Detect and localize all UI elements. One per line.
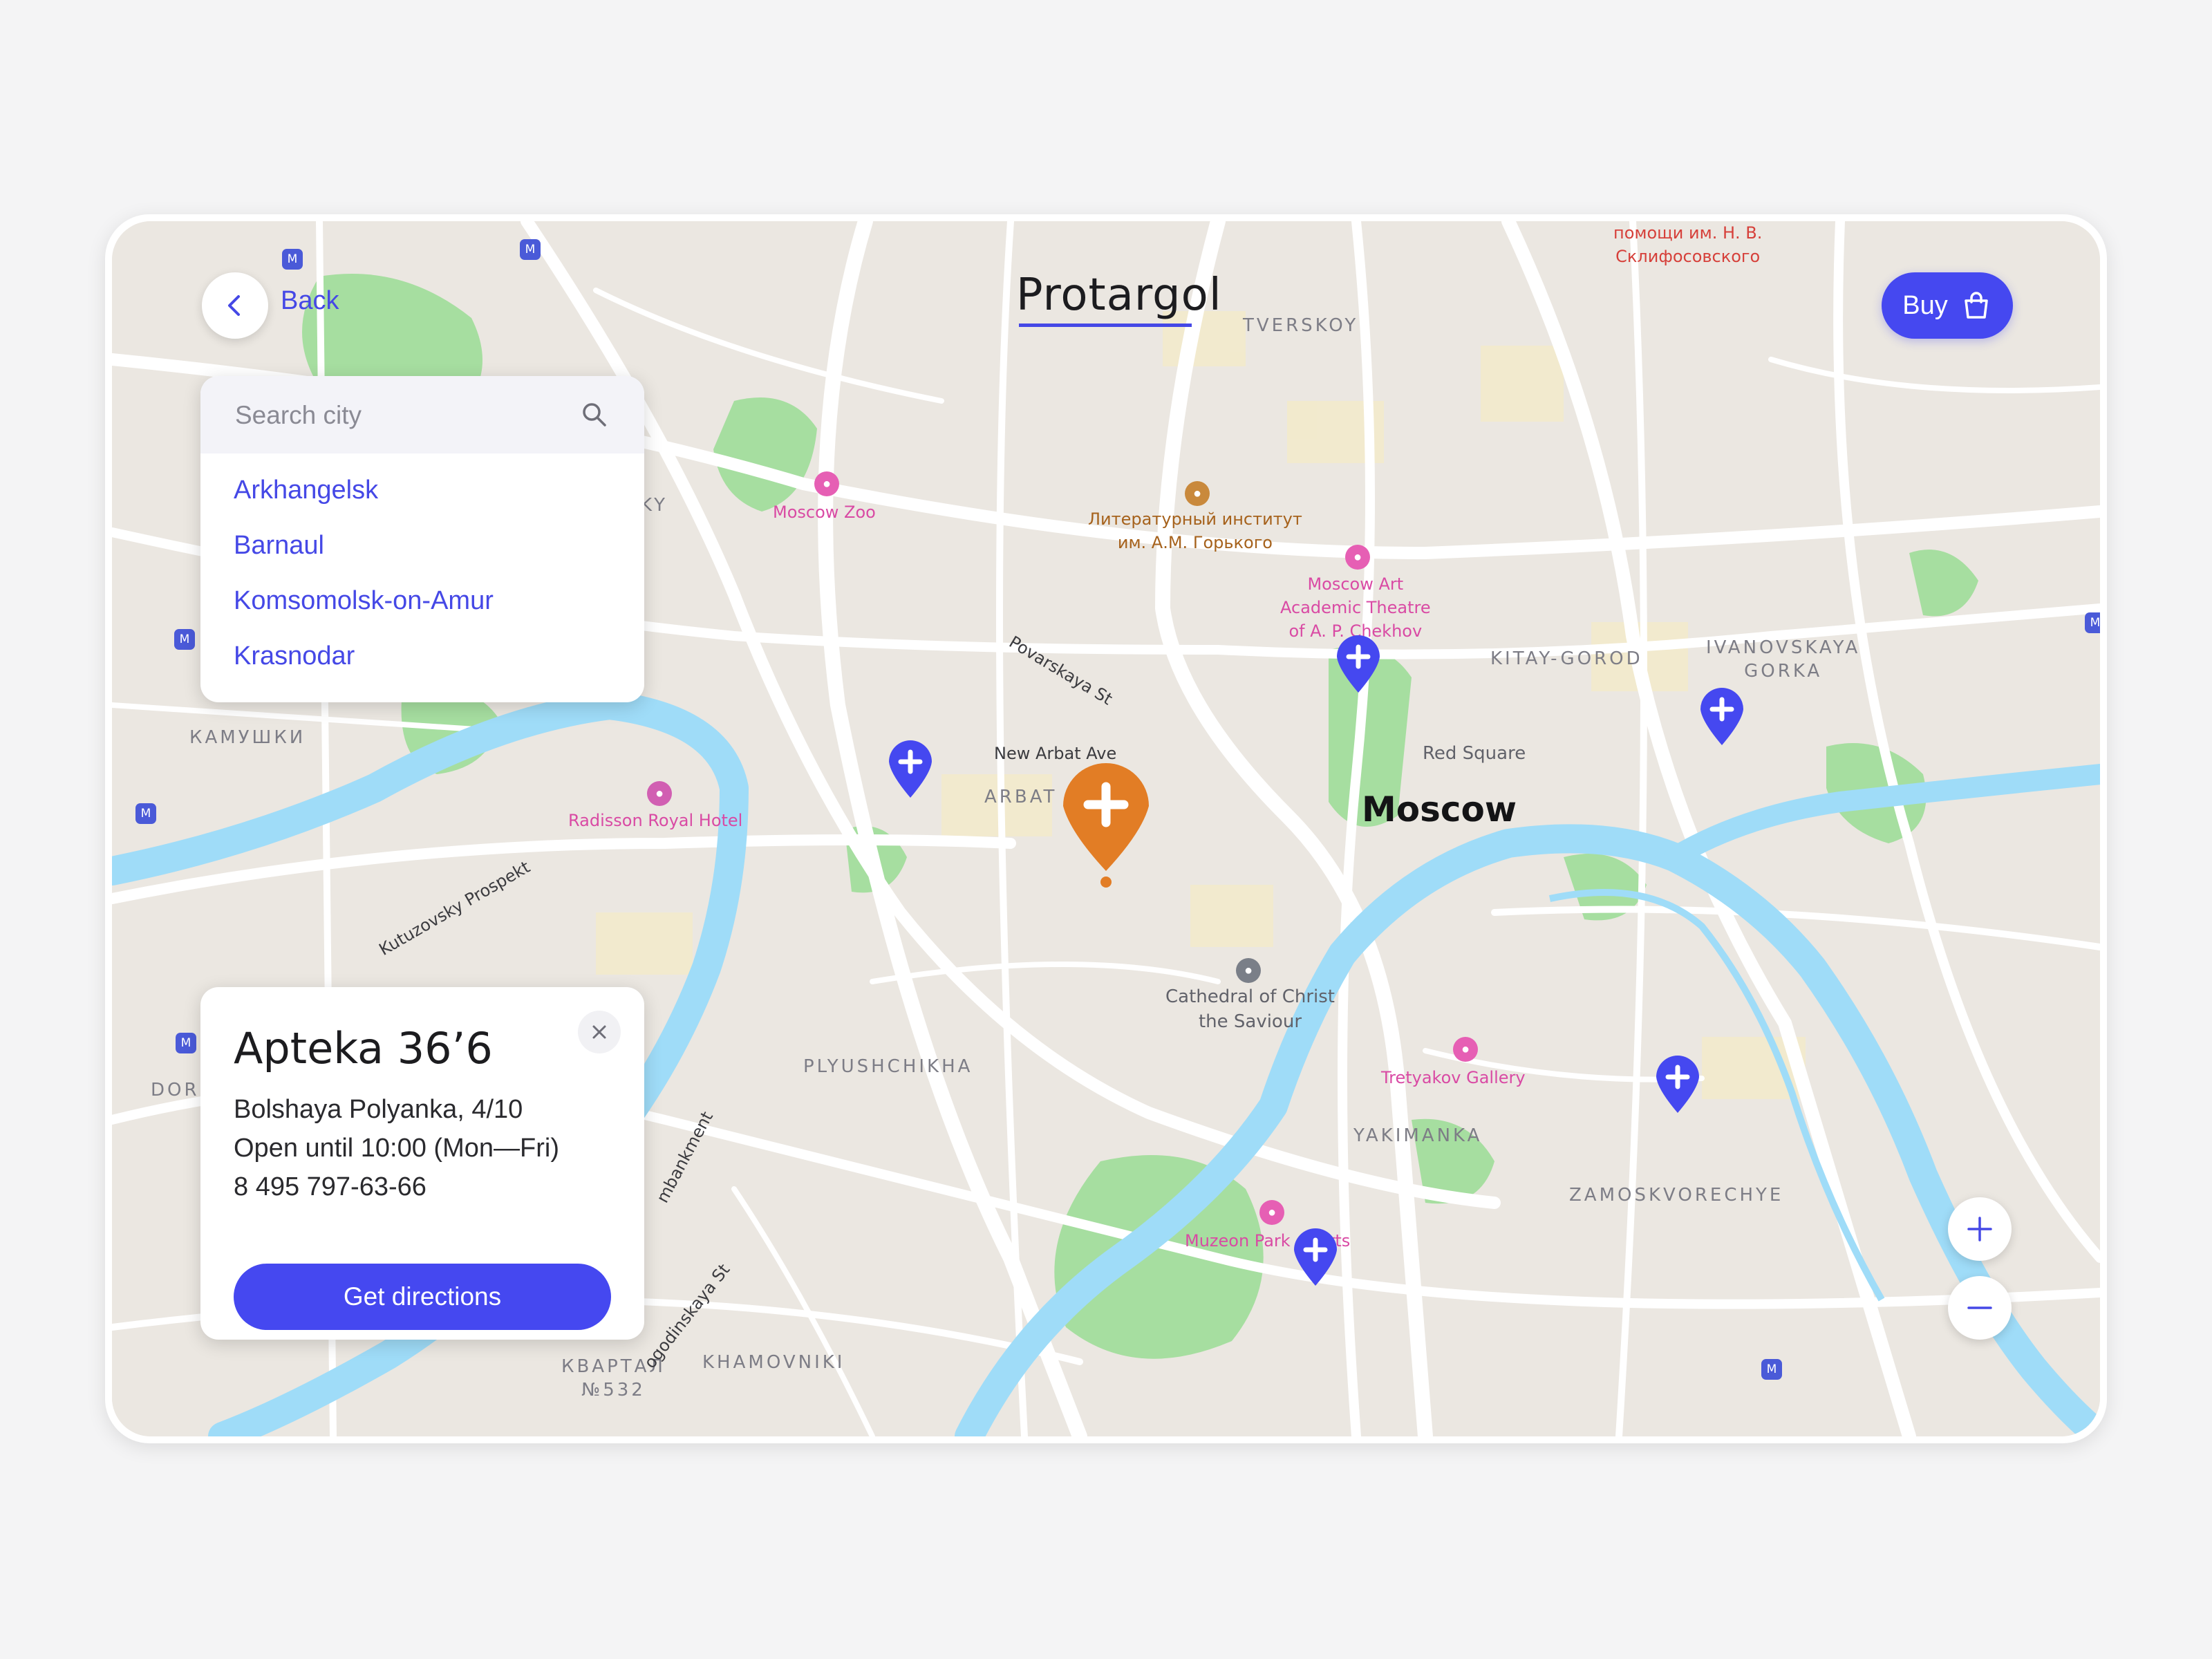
zoom-in-button[interactable]: [1948, 1197, 2012, 1261]
poi-label-line: Склифосовского: [1615, 247, 1761, 266]
poi-label-line: помощи им. Н. В.: [1613, 223, 1763, 243]
city-list-item[interactable]: Barnaul: [234, 531, 324, 561]
theatre-icon: ●: [1345, 545, 1370, 570]
district-label: KHAMOVNIKI: [702, 1352, 845, 1373]
search-field: [200, 376, 644, 453]
poi-label-line: the Saviour: [1198, 1011, 1302, 1032]
pharmacy-pin[interactable]: [1653, 1053, 1702, 1114]
district-label: ZAMOSKVORECHYE: [1569, 1185, 1784, 1206]
buy-button[interactable]: Buy: [1882, 272, 2013, 339]
poi-label-line: Cathedral of Christ: [1165, 986, 1335, 1007]
plus-icon: [1967, 1217, 1992, 1241]
metro-icon[interactable]: M: [282, 249, 303, 270]
poi-label[interactable]: Red Square: [1423, 741, 1526, 766]
pharmacy-pin[interactable]: [1698, 686, 1746, 747]
poi-label-line: им. А.М. Горького: [1117, 533, 1273, 552]
poi-label[interactable]: Radisson Royal Hotel: [568, 809, 742, 832]
zoom-out-button[interactable]: [1948, 1276, 2012, 1340]
poi-label-line: Academic Theatre: [1280, 598, 1431, 617]
pharmacy-pin[interactable]: [1291, 1226, 1340, 1287]
close-button[interactable]: [578, 1011, 621, 1053]
pharmacy-hours: Open until 10:00 (Mon—Fri): [234, 1134, 559, 1163]
search-input[interactable]: [234, 397, 561, 434]
poi-label-line: Moscow Art: [1307, 574, 1404, 594]
museum-icon: ●: [1453, 1037, 1478, 1062]
metro-icon[interactable]: M: [174, 629, 195, 650]
buy-button-label: Buy: [1902, 290, 1948, 320]
poi-label[interactable]: Cathedral of Christ the Saviour: [1165, 984, 1335, 1034]
selected-pharmacy-pin[interactable]: [1059, 760, 1153, 889]
pharmacy-info-card: Apteka 36’6 Bolshaya Polyanka, 4/10 Open…: [200, 987, 644, 1340]
city-list-item[interactable]: Krasnodar: [234, 641, 355, 671]
poi-label-line: Литературный институт: [1088, 509, 1302, 529]
church-icon: ●: [1236, 958, 1261, 983]
metro-icon[interactable]: M: [176, 1033, 196, 1053]
pharmacy-phone[interactable]: 8 495 797-63-66: [234, 1172, 427, 1202]
poi-label[interactable]: помощи им. Н. В. Склифосовского: [1613, 221, 1762, 268]
pharmacy-address: Bolshaya Polyanka, 4/10: [234, 1095, 523, 1124]
city-list-item[interactable]: Arkhangelsk: [234, 476, 378, 505]
city-list-item[interactable]: Komsomolsk-on-Amur: [234, 586, 494, 616]
pharmacy-name: Apteka 36’6: [234, 1023, 493, 1074]
district-label-line: №532: [581, 1380, 646, 1400]
district-label: KITAY-GOROD: [1490, 648, 1643, 669]
pharmacy-pin[interactable]: [886, 738, 935, 799]
title-underline: [1019, 324, 1192, 327]
minus-icon: [1967, 1306, 1992, 1309]
metro-icon[interactable]: M: [1761, 1359, 1782, 1380]
poi-label[interactable]: Литературный институт им. А.М. Горького: [1088, 507, 1302, 554]
city-search-panel: Arkhangelsk Barnaul Komsomolsk-on-Amur K…: [200, 376, 644, 702]
close-icon: [592, 1025, 606, 1039]
chevron-left-icon: [228, 295, 240, 316]
university-icon: ●: [1185, 481, 1210, 506]
search-icon[interactable]: [581, 401, 608, 429]
app-frame: TVERSKOY KITAY-GOROD IVANOVSKAYA GORKA A…: [105, 214, 2107, 1443]
back-link[interactable]: Back: [281, 286, 339, 316]
poi-label[interactable]: Moscow Art Academic Theatre of A. P. Che…: [1280, 572, 1431, 643]
district-label-line: IVANOVSKAYA: [1706, 637, 1861, 658]
district-label: ARBAT: [984, 787, 1058, 807]
map-view[interactable]: TVERSKOY KITAY-GOROD IVANOVSKAYA GORKA A…: [112, 221, 2100, 1436]
get-directions-button[interactable]: Get directions: [234, 1264, 611, 1330]
hotel-icon: ●: [647, 781, 672, 806]
city-label: Moscow: [1362, 789, 1517, 830]
poi-label[interactable]: Moscow Zoo: [773, 500, 876, 524]
page-title: Protargol: [1016, 270, 1222, 321]
district-label: IVANOVSKAYA GORKA: [1706, 636, 1860, 683]
back-button[interactable]: [202, 272, 268, 339]
district-label: YAKIMANKA: [1353, 1125, 1483, 1146]
shopping-bag-icon: [1964, 292, 1988, 319]
metro-icon[interactable]: M: [2085, 612, 2100, 633]
district-label: TVERSKOY: [1243, 315, 1359, 336]
metro-icon[interactable]: M: [135, 803, 156, 824]
metro-icon[interactable]: M: [520, 239, 541, 260]
district-label: KY: [640, 495, 668, 516]
district-label: PLYUSHCHIKHA: [803, 1056, 973, 1077]
district-label: КАМУШКИ: [189, 727, 306, 748]
poi-label[interactable]: Tretyakov Gallery: [1381, 1066, 1526, 1089]
pharmacy-pin[interactable]: [1334, 633, 1382, 694]
zoo-icon: ●: [814, 471, 839, 496]
district-label: DOR: [151, 1080, 200, 1100]
museum-icon: ●: [1259, 1200, 1284, 1225]
district-label-line: GORKA: [1744, 661, 1823, 682]
